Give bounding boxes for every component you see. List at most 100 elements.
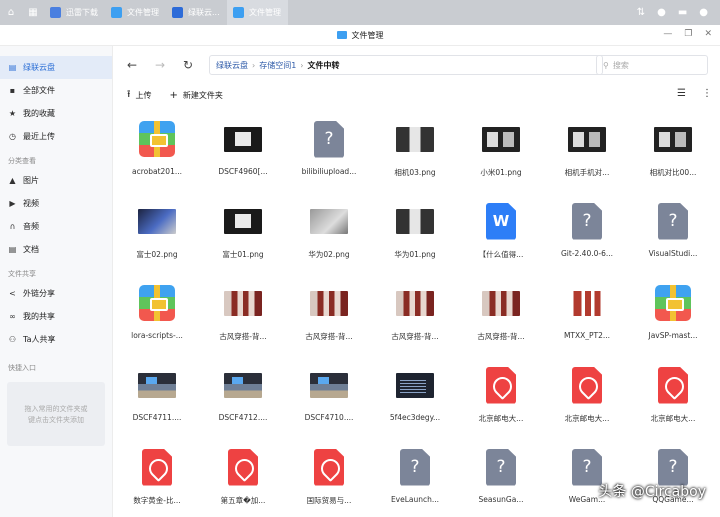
sidebar-item[interactable]: ★ 我的收藏 [0,102,112,125]
sidebar-item[interactable]: ▪ 全部文件 [0,79,112,102]
file-item[interactable]: W 【什么值得... [458,198,544,280]
watermark: 头条 @Circaboy [598,484,706,500]
file-item[interactable]: 北京邮电大... [544,362,630,444]
file-name: 华为01.png [394,250,436,259]
file-thumbnail [138,366,176,404]
settings-icon[interactable]: ▬ [678,7,687,18]
file-item[interactable]: JavSP-mast... [630,280,716,362]
file-item[interactable]: 小米01.png [458,116,544,198]
sidebar-item[interactable]: ∩ 音频 [0,215,112,238]
file-item[interactable]: ? SeasunGa... [458,444,544,517]
file-item[interactable]: ? bilibiliupload... [286,116,372,198]
upload-button[interactable]: ⭱ 上传 [127,87,152,104]
word-file-icon: W [486,202,516,240]
breadcrumb-current: 文件中转 [307,60,340,70]
sidebar-item[interactable]: < 外链分享 [0,282,112,305]
file-item[interactable]: MTXX_PT2... [544,280,630,362]
file-item[interactable]: DSCF4712.... [200,362,286,444]
file-thumbnail [396,366,434,404]
list-view-icon[interactable]: ⋮ [702,88,712,99]
file-thumbnail [224,366,262,404]
back-icon[interactable]: ← [125,58,139,72]
unknown-file-icon: ? [400,448,430,486]
refresh-icon[interactable]: ↻ [181,58,195,72]
file-item[interactable]: 古风穿搭-背... [372,280,458,362]
file-thumbnail [138,448,176,486]
file-item[interactable]: 古风穿搭-背... [200,280,286,362]
maximize-icon[interactable]: ❐ [684,29,692,39]
sidebar-item[interactable]: ◷ 最近上传 [0,125,112,148]
quick-access-dropzone[interactable]: 拖入常用的文件夹或 键点击文件夹添加 [7,382,105,446]
file-item[interactable]: 古风穿搭-背... [286,280,372,362]
user-share-icon: ⚇ [8,335,17,344]
file-item[interactable]: ? Git-2.40.0-6... [544,198,630,280]
plus-icon: + [169,89,178,101]
file-item[interactable]: 相机对比00... [630,116,716,198]
section-category: 分类查看 [8,157,36,165]
search-input[interactable]: ⚲ 搜索 [596,55,708,75]
file-thumbnail [396,202,434,240]
file-name: 相机对比00... [649,168,697,177]
file-item[interactable]: ? EveLaunch... [372,444,458,517]
file-thumbnail: ? [568,202,606,240]
breadcrumb-root[interactable]: 绿联云盘 [216,60,248,71]
video-icon: ▶ [9,199,16,208]
forward-icon[interactable]: → [153,58,167,72]
file-name: 华为02.png [308,250,350,259]
file-item[interactable]: 富士02.png [114,198,200,280]
image-thumbnail [568,126,606,152]
image-thumbnail [396,290,434,316]
file-name: 【什么值得... [478,250,524,259]
minimize-icon[interactable]: — [663,29,672,39]
home-icon[interactable]: ⌂ [0,0,22,25]
pdf-file-icon [228,448,258,486]
file-item[interactable]: DSCF4960[... [200,116,286,198]
file-item[interactable]: DSCF4711.... [114,362,200,444]
file-name: DSCF4960[... [218,167,268,176]
user-icon[interactable]: ● [699,7,708,18]
file-item[interactable]: 北京邮电大... [458,362,544,444]
sidebar-item[interactable]: ▤ 绿联云盘 [0,56,112,79]
file-item[interactable]: 第五章�加... [200,444,286,517]
file-item[interactable]: 华为02.png [286,198,372,280]
sidebar: ▤ 绿联云盘 ▪ 全部文件 ★ 我的收藏 ◷ 最近上传 分类查看 ▲ 图片 ▶ 视频 ∩ 音频 ▤ 文档 文… [0,46,113,517]
file-item[interactable]: lora-scripts-... [114,280,200,362]
taskbar-tab[interactable]: 文件管理 [227,0,288,25]
file-item[interactable]: 古风穿搭-背... [458,280,544,362]
image-icon: ▲ [9,176,16,185]
section-share: 文件共享 [8,270,36,278]
close-icon[interactable]: ✕ [704,29,712,39]
app-icon [111,7,122,18]
apps-grid-icon[interactable]: ▦ [22,0,44,25]
file-item[interactable]: 华为01.png [372,198,458,280]
file-item[interactable]: acrobat201... [114,116,200,198]
taskbar-tab[interactable]: 绿联云... [166,0,227,25]
sidebar-item[interactable]: ▶ 视频 [0,192,112,215]
taskbar-tab[interactable]: 文件管理 [105,0,166,25]
sidebar-item[interactable]: ▲ 图片 [0,169,112,192]
sidebar-item[interactable]: ⚇ Ta人共享 [0,328,112,351]
bell-icon[interactable]: ● [657,7,666,18]
image-thumbnail [310,290,348,316]
file-item[interactable]: 国际贸易与... [286,444,372,517]
new-folder-button[interactable]: + 新建文件夹 [170,90,223,101]
file-item[interactable]: 北京邮电大... [630,362,716,444]
file-item[interactable]: 相机手机对... [544,116,630,198]
file-item[interactable]: 富士01.png [200,198,286,280]
download-icon[interactable]: ⇅ [637,7,645,18]
file-item[interactable]: ? VisualStudi... [630,198,716,280]
window-titlebar: 文件管理 — ❐ ✕ [0,25,720,46]
file-name: DSCF4711.... [132,413,182,422]
breadcrumb-storage[interactable]: 存储空间1 [259,60,296,71]
sidebar-item[interactable]: ▤ 文档 [0,238,112,261]
file-thumbnail [396,284,434,322]
file-item[interactable]: 相机03.png [372,116,458,198]
image-thumbnail [654,126,692,152]
sort-icon[interactable]: ☰ [677,88,686,99]
sidebar-item[interactable]: ∞ 我的共享 [0,305,112,328]
taskbar-tab[interactable]: 迅雷下载 [44,0,105,25]
file-item[interactable]: DSCF4710.... [286,362,372,444]
file-thumbnail [310,202,348,240]
file-item[interactable]: 数字黄金-比... [114,444,200,517]
file-item[interactable]: 5f4ec3degy... [372,362,458,444]
